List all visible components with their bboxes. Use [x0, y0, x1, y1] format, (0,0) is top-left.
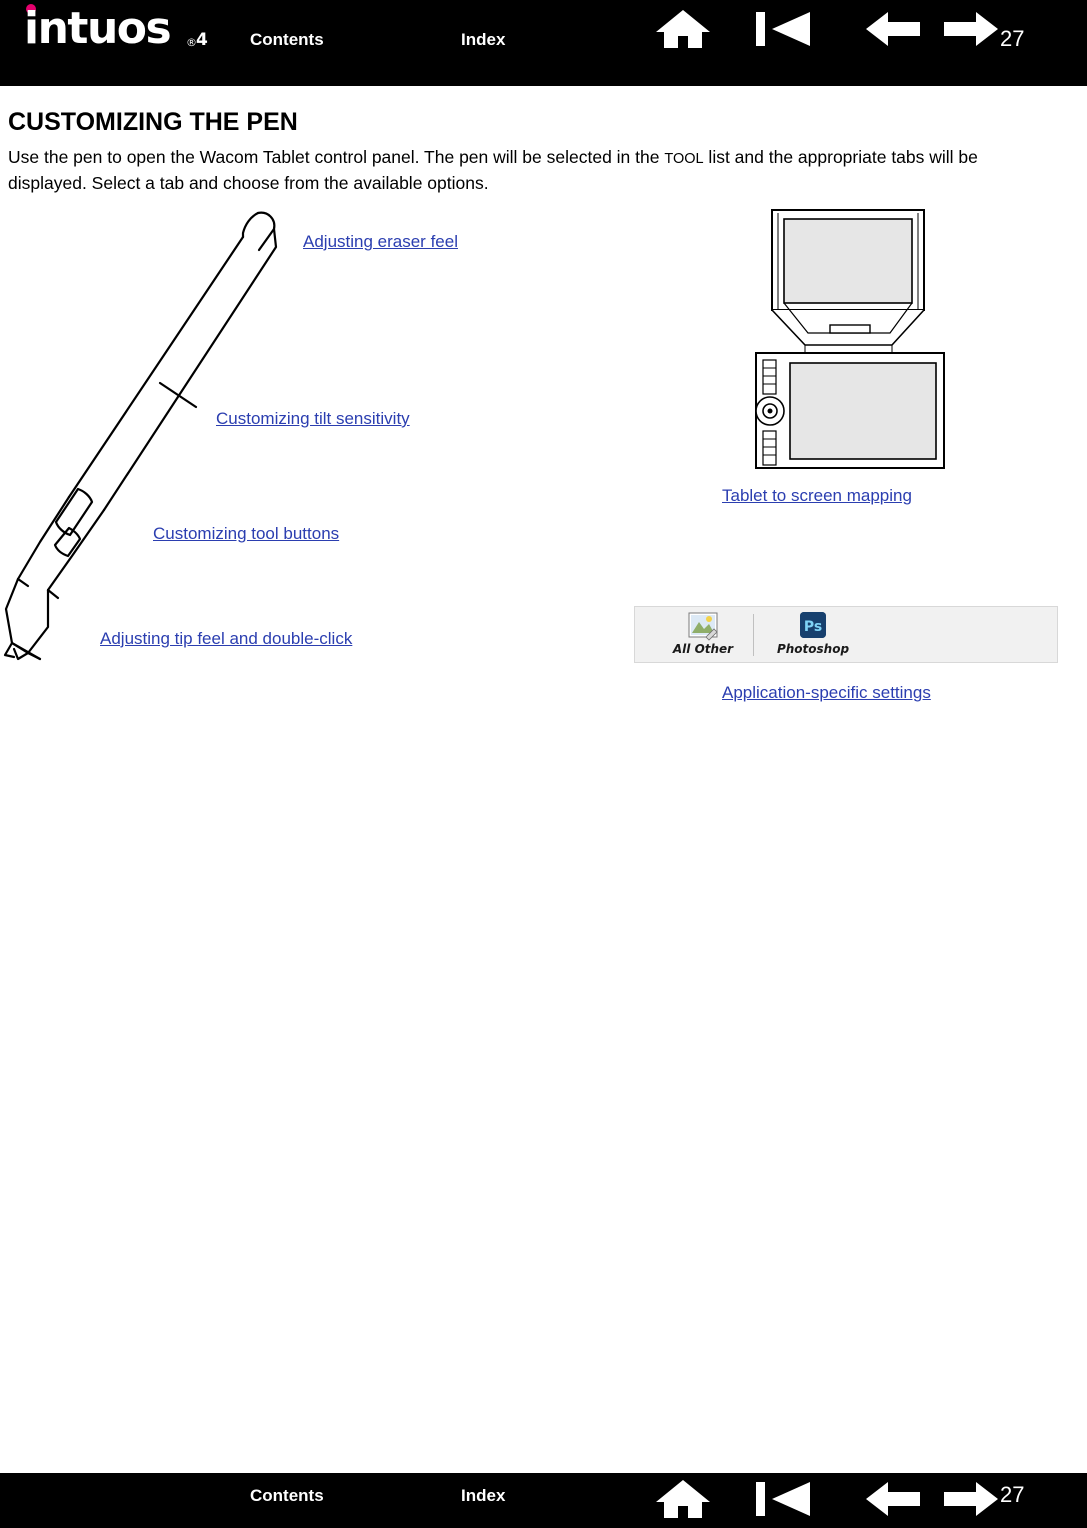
- top-index-link[interactable]: Index: [461, 30, 505, 50]
- photoshop-tab-label: Photoshop: [776, 642, 850, 656]
- link-customizing-tilt-sensitivity[interactable]: Customizing tilt sensitivity: [216, 409, 410, 429]
- link-tablet-to-screen-mapping[interactable]: Tablet to screen mapping: [722, 486, 912, 506]
- bottom-index-link[interactable]: Index: [461, 1486, 505, 1506]
- intro-paragraph: Use the pen to open the Wacom Tablet con…: [8, 145, 1048, 195]
- logo-version: 4: [196, 30, 208, 50]
- application-tab-strip: All Other Ps Photoshop: [634, 606, 1058, 663]
- all-other-tab[interactable]: All Other: [655, 611, 751, 659]
- intro-text-part1: Use the pen to open the Wacom Tablet con…: [8, 147, 665, 167]
- wacom-intuos-logo: intuos ® 4: [10, 2, 225, 57]
- tab-separator: [753, 614, 754, 656]
- bottom-page-number: 27: [1000, 1482, 1025, 1507]
- next-page-icon[interactable]: [940, 8, 1002, 55]
- all-other-tab-label: All Other: [672, 642, 734, 656]
- next-page-icon[interactable]: [940, 1478, 1002, 1525]
- home-icon[interactable]: [652, 8, 714, 55]
- logo-wordmark: intuos: [24, 3, 172, 54]
- bottom-navigation-bar: Contents Index 27: [0, 1473, 1087, 1528]
- link-application-specific-settings[interactable]: Application-specific settings: [722, 683, 931, 703]
- tablet-monitor-illustration: [750, 205, 980, 500]
- bottom-contents-link[interactable]: Contents: [250, 1486, 324, 1506]
- photoshop-tab[interactable]: Ps Photoshop: [765, 611, 861, 659]
- first-page-icon[interactable]: [752, 1478, 814, 1525]
- link-adjusting-eraser-feel[interactable]: Adjusting eraser feel: [303, 232, 458, 252]
- top-navigation-bar: intuos ® 4 Contents Index 27: [0, 0, 1087, 86]
- intro-tool-smallcap: TOOL: [664, 151, 704, 167]
- home-icon[interactable]: [652, 1478, 714, 1525]
- svg-text:Ps: Ps: [804, 619, 822, 635]
- top-contents-link[interactable]: Contents: [250, 30, 324, 50]
- previous-page-icon[interactable]: [862, 1478, 924, 1525]
- first-page-icon[interactable]: [752, 8, 814, 55]
- photoshop-icon: Ps: [800, 612, 826, 638]
- all-other-icon: [688, 612, 718, 641]
- top-page-number: 27: [1000, 26, 1025, 51]
- pen-illustration: [0, 205, 330, 675]
- link-adjusting-tip-feel[interactable]: Adjusting tip feel and double-click: [100, 629, 352, 649]
- link-customizing-tool-buttons[interactable]: Customizing tool buttons: [153, 524, 339, 544]
- page-title: CUSTOMIZING THE PEN: [8, 108, 298, 136]
- previous-page-icon[interactable]: [862, 8, 924, 55]
